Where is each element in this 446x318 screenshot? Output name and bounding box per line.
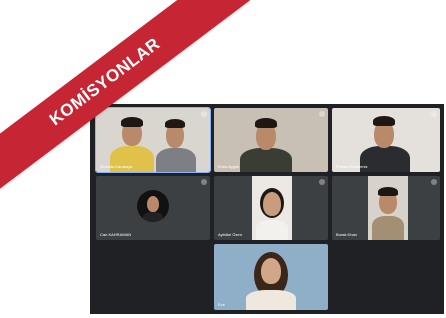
participant-tile-4[interactable]: Can KAHRAMAN [96,176,210,240]
participant-tile-3[interactable]: Furkan Karadeniz [332,108,440,172]
video-meeting-grid: Mustafa Karakaya Enes Aygün Furkan Karad… [90,104,444,314]
participant-name: Furkan Karadeniz [336,164,368,169]
mic-icon [201,179,207,185]
participant-tile-2[interactable]: Enes Aygün [214,108,328,172]
participant-tile-7[interactable]: Ece [214,244,328,310]
mic-icon [319,111,325,117]
page: KOMİSYONLAR Mustafa Karakaya Enes Aygün … [0,0,446,318]
participant-name: Enes Aygün [218,164,240,169]
participant-tile-5[interactable]: Aybüke Özen [214,176,328,240]
participant-name: Mustafa Karakaya [100,164,133,169]
participant-name: Can KAHRAMAN [100,232,132,237]
mic-icon [201,111,207,117]
participant-tile-1[interactable]: Mustafa Karakaya [95,107,211,173]
participant-avatar [137,190,169,222]
participant-tile-6[interactable]: Burak Khan [332,176,440,240]
participant-name: Ece [218,302,225,307]
participant-video [368,176,408,240]
participant-name: Burak Khan [336,232,357,237]
participant-name: Aybüke Özen [218,232,242,237]
mic-icon [319,179,325,185]
mic-icon [431,111,437,117]
participant-video [252,176,292,240]
mic-icon [431,179,437,185]
